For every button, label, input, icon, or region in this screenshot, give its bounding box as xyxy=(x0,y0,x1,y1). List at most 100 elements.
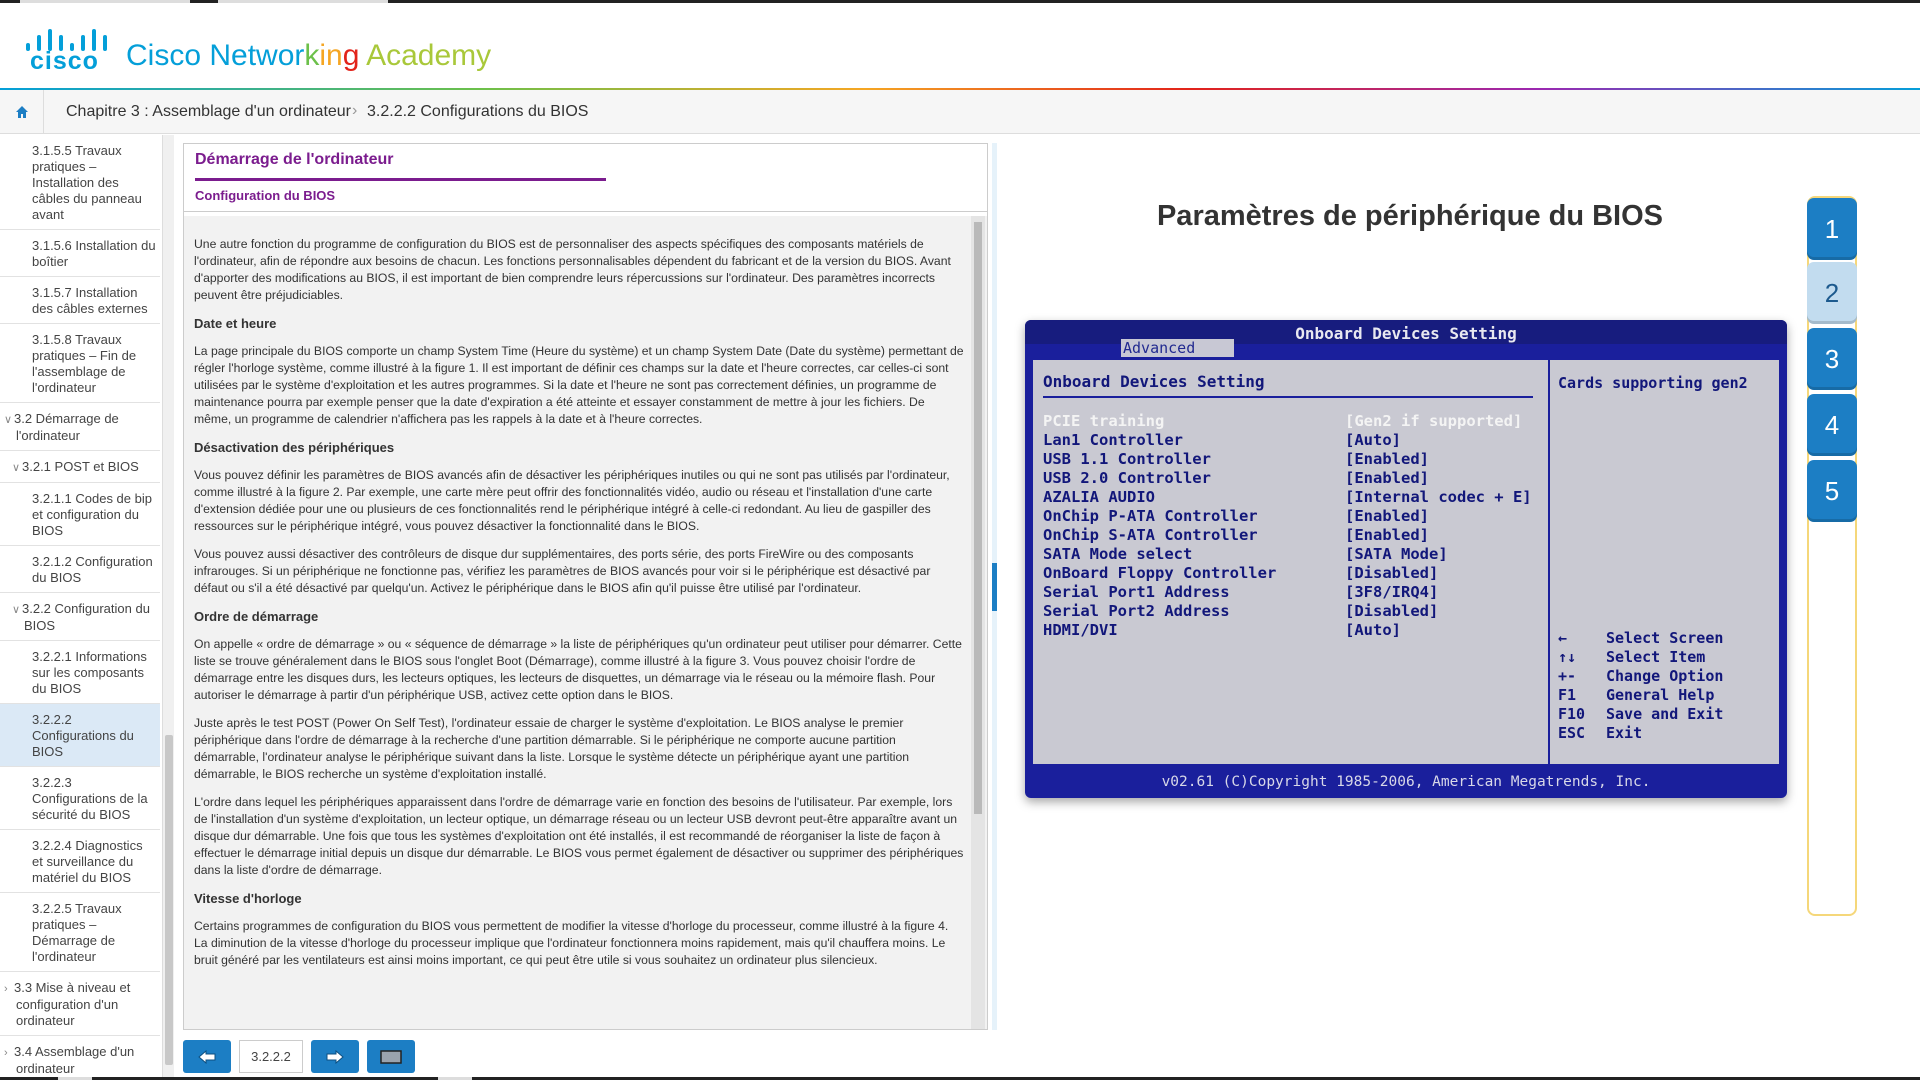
text-scrollbar[interactable] xyxy=(971,216,985,1029)
home-button[interactable] xyxy=(0,90,44,134)
bios-setting-label: OnChip S-ATA Controller xyxy=(1043,526,1258,544)
figure-2-button[interactable]: 2 xyxy=(1807,262,1857,324)
page-number: 3.2.2.2 xyxy=(239,1040,303,1073)
sidebar-item[interactable]: 3.2.2.4 Diagnostics et surveillance du m… xyxy=(0,830,160,893)
figure-1-button[interactable]: 1 xyxy=(1807,198,1857,260)
sidebar-item-label: 3.2 Démarrage de l'ordinateur xyxy=(14,411,119,443)
figure-4-button[interactable]: 4 xyxy=(1807,394,1857,456)
sidebar-item-label: 3.2.2.3 Configurations de la sécurité du… xyxy=(32,775,148,822)
breadcrumb-chapter[interactable]: Chapitre 3 : Assemblage d'un ordinateur xyxy=(66,103,351,121)
bios-setting-row: OnBoard Floppy Controller [Disabled] xyxy=(1043,564,1543,583)
sidebar-item[interactable]: 3.1.5.7 Installation des câbles externes xyxy=(0,277,160,324)
bios-setting-value: [Internal codec + E] xyxy=(1345,488,1532,506)
bios-setting-value: [3F8/IRQ4] xyxy=(1345,583,1439,601)
pane-splitter[interactable] xyxy=(992,143,997,1030)
chevron-right-icon: › xyxy=(4,983,8,995)
academy-title-part: in xyxy=(319,39,343,72)
lesson-text: Une autre fonction du programme de confi… xyxy=(194,236,964,980)
text-scrollbar-thumb[interactable] xyxy=(974,222,982,814)
bios-setting-label: Serial Port2 Address xyxy=(1043,602,1230,620)
sidebar-item-label: 3.4 Assemblage d'un ordinateur xyxy=(14,1044,135,1076)
paragraph: Vous pouvez définir les paramètres de BI… xyxy=(194,468,950,533)
bios-setting-label: PCIE training xyxy=(1043,412,1165,430)
bios-setting-value: [Auto] xyxy=(1345,431,1401,449)
bios-setting-row: OnChip P-ATA Controller [Enabled] xyxy=(1043,507,1543,526)
sidebar-item-label: 3.2.2.1 Informations sur les composants … xyxy=(32,649,147,696)
media-view-button[interactable] xyxy=(367,1040,415,1073)
sidebar-item[interactable]: › 3.4 Assemblage d'un ordinateur xyxy=(0,1036,160,1080)
bios-setting-value: [Auto] xyxy=(1345,621,1401,639)
bios-footer: v02.61 (C)Copyright 1985-2006, American … xyxy=(1161,774,1651,790)
chevron-down-icon: ∨ xyxy=(12,604,21,616)
bios-setting-label: OnBoard Floppy Controller xyxy=(1043,564,1277,582)
sidebar-item-label: 3.1.5.8 Travaux pratiques – Fin de l'ass… xyxy=(32,332,137,395)
bios-setting-value: [Gen2 if supported] xyxy=(1345,412,1523,430)
toc-list: 3.1.5.5 Travaux pratiques – Installation… xyxy=(0,135,160,1080)
sidebar-item[interactable]: 3.2.2.1 Informations sur les composants … xyxy=(0,641,160,704)
sidebar-item[interactable]: ∨ 3.2 Démarrage de l'ordinateur xyxy=(0,403,160,451)
paragraph: Juste après le test POST (Power On Self … xyxy=(194,716,910,781)
bios-setting-row: USB 2.0 Controller [Enabled] xyxy=(1043,469,1543,488)
sidebar-item[interactable]: ∨ 3.2.2 Configuration du BIOS xyxy=(0,593,160,641)
bios-setting-row: Lan1 Controller [Auto] xyxy=(1043,431,1543,450)
bios-key-row: F1 General Help xyxy=(1558,686,1778,705)
bios-key-row: F10 Save and Exit xyxy=(1558,705,1778,724)
breadcrumb-current: 3.2.2.2 Configurations du BIOS xyxy=(367,103,589,120)
home-icon xyxy=(16,106,28,118)
bios-setting-value: [Enabled] xyxy=(1345,450,1429,468)
bios-setting-label: USB 2.0 Controller xyxy=(1043,469,1211,487)
sidebar-item-label: 3.2.2.4 Diagnostics et surveillance du m… xyxy=(32,838,143,885)
sidebar-item[interactable]: 3.1.5.5 Travaux pratiques – Installation… xyxy=(0,135,160,230)
content-panel: Démarrage de l'ordinateur Configuration … xyxy=(183,143,988,1030)
cisco-wordmark: cisco xyxy=(30,47,99,75)
academy-title-part: Cisco xyxy=(126,39,210,72)
bios-key-description: Exit xyxy=(1606,724,1643,742)
bios-key-description: Save and Exit xyxy=(1606,705,1724,723)
sidebar-item-label: 3.2.1.1 Codes de bip et configuration du… xyxy=(32,491,152,538)
sidebar-item[interactable]: 3.1.5.8 Travaux pratiques – Fin de l'ass… xyxy=(0,324,160,403)
bios-setting-value: [Disabled] xyxy=(1345,602,1439,620)
bios-advanced-tab: Advanced xyxy=(1121,339,1234,357)
sidebar-item[interactable]: 3.2.1.1 Codes de bip et configuration du… xyxy=(0,483,160,546)
sidebar-item[interactable]: 3.2.1.2 Configuration du BIOS xyxy=(0,546,160,593)
bios-key: ↑↓ xyxy=(1558,648,1577,666)
bios-setting-label: AZALIA AUDIO xyxy=(1043,488,1155,506)
bios-setting-label: SATA Mode select xyxy=(1043,545,1193,563)
course-toc-sidebar: 3.1.5.5 Travaux pratiques – Installation… xyxy=(0,135,175,1080)
title-underline xyxy=(195,178,606,181)
panel-subtitle: Configuration du BIOS xyxy=(195,188,336,203)
sidebar-item[interactable]: 3.2.2.2 Configurations du BIOS xyxy=(0,704,160,767)
paragraph: Certains programmes de configuration du … xyxy=(194,919,949,967)
sidebar-item[interactable]: 3.1.5.6 Installation du boîtier xyxy=(0,230,160,277)
bios-setting-label: Lan1 Controller xyxy=(1043,431,1183,449)
sidebar-item[interactable]: › 3.3 Mise à niveau et configuration d'un… xyxy=(0,972,160,1036)
bios-key-description: Change Option xyxy=(1606,667,1724,685)
academy-title-part: g xyxy=(342,39,360,72)
figure-5-button[interactable]: 5 xyxy=(1807,460,1857,522)
screen-icon xyxy=(380,1049,402,1064)
section-heading: Vitesse d'horloge xyxy=(194,891,302,906)
cisco-logo[interactable]: cisco xyxy=(24,25,108,75)
previous-page-button[interactable] xyxy=(183,1040,231,1073)
bios-setting-row: Serial Port1 Address [3F8/IRQ4] xyxy=(1043,583,1543,602)
sidebar-item[interactable]: ∨ 3.2.1 POST et BIOS xyxy=(0,451,160,483)
academy-title-part: Networ xyxy=(209,39,305,72)
sidebar-scrollbar[interactable] xyxy=(162,135,174,1080)
bios-key-row: ← Select Screen xyxy=(1558,629,1778,648)
splitter-handle[interactable] xyxy=(992,563,997,611)
sidebar-scrollbar-thumb[interactable] xyxy=(165,735,173,1065)
sidebar-item[interactable]: 3.2.2.3 Configurations de la sécurité du… xyxy=(0,767,160,830)
bios-key-row: ↑↓ Select Item xyxy=(1558,648,1778,667)
sidebar-item-label: 3.2.1 POST et BIOS xyxy=(22,459,139,474)
sidebar-item-label: 3.2.1.2 Configuration du BIOS xyxy=(32,554,153,585)
bios-setting-label: Serial Port1 Address xyxy=(1043,583,1230,601)
arrow-right-icon xyxy=(326,1049,344,1064)
paragraph: Vous pouvez aussi désactiver des contrôl… xyxy=(194,547,931,595)
figure-3-button[interactable]: 3 xyxy=(1807,328,1857,390)
paragraph: On appelle « ordre de démarrage » ou « s… xyxy=(194,637,962,702)
chevron-down-icon: ∨ xyxy=(4,414,13,426)
sidebar-item[interactable]: 3.2.2.5 Travaux pratiques – Démarrage de… xyxy=(0,893,160,972)
academy-title: Cisco Networking Academy xyxy=(126,39,491,73)
bios-setting-value: [Enabled] xyxy=(1345,469,1429,487)
next-page-button[interactable] xyxy=(311,1040,359,1073)
